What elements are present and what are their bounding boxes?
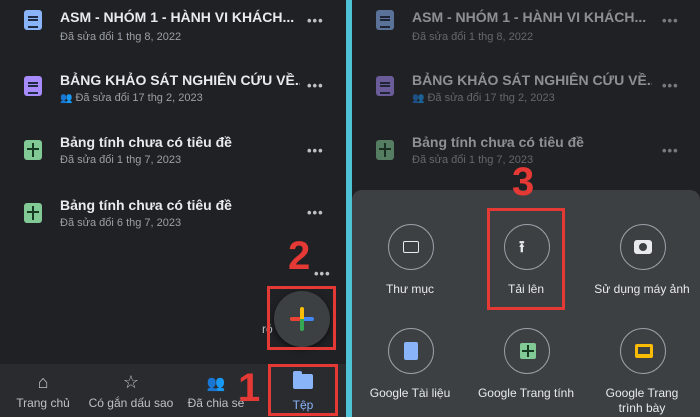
file-modified: Đã sửa đổi 6 thg 7, 2023 <box>60 217 182 229</box>
sheet-icon <box>24 203 42 223</box>
option-folder-circle <box>388 224 434 270</box>
option-docs-label: Google Tài liệu <box>369 386 451 400</box>
more-options-icon[interactable]: ••• <box>307 205 324 220</box>
more-options-icon: ••• <box>662 13 679 28</box>
create-new-sheet-screen: ASM - NHÓM 1 - HÀNH VI KHÁCH... Đã sửa đ… <box>352 0 700 417</box>
camera-icon <box>634 240 652 254</box>
file-title: Bảng tính chưa có tiêu đề <box>412 134 584 150</box>
sheets-icon <box>520 343 536 359</box>
doc-icon <box>24 10 42 30</box>
people-icon: 👥 <box>206 375 226 392</box>
highlight-box-new <box>267 286 336 350</box>
more-options-icon[interactable]: ••• <box>314 266 331 281</box>
docs-icon <box>404 342 418 360</box>
file-modified: 👥 Đã sửa đổi 17 thg 2, 2023 <box>60 92 203 104</box>
more-options-icon[interactable]: ••• <box>307 78 324 93</box>
file-row[interactable]: ASM - NHÓM 1 - HÀNH VI KHÁCH... Đã sửa đ… <box>0 0 346 62</box>
folder-icon <box>403 241 419 253</box>
option-camera-label: Sử dụng máy ảnh <box>594 282 690 296</box>
file-row[interactable]: Bảng tính chưa có tiêu đề Đã sửa đổi 1 t… <box>0 131 346 193</box>
nav-starred-label: Có gắn dấu sao <box>88 396 174 410</box>
step-number-3: 3 <box>512 160 535 204</box>
more-options-icon: ••• <box>662 143 679 158</box>
file-title: BẢNG KHẢO SÁT NGHIÊN CỨU VỀ... <box>412 72 652 88</box>
drive-files-screen: ASM - NHÓM 1 - HÀNH VI KHÁCH... Đã sửa đ… <box>0 0 346 417</box>
file-title: ASM - NHÓM 1 - HÀNH VI KHÁCH... <box>60 9 295 25</box>
option-sheets-label: Google Trang tính <box>477 386 575 400</box>
nav-home[interactable]: ⌂ Trang chủ <box>0 364 86 417</box>
file-modified: Đã sửa đổi 1 thg 7, 2023 <box>60 154 182 166</box>
star-icon: ☆ <box>122 372 140 392</box>
shared-people-icon: 👥 <box>60 93 73 104</box>
file-title: ASM - NHÓM 1 - HÀNH VI KHÁCH... <box>412 9 647 25</box>
step-number-2: 2 <box>288 234 311 278</box>
file-modified: Đã sửa đổi 1 thg 8, 2022 <box>412 31 534 43</box>
option-folder-label: Thư mục <box>385 282 435 296</box>
option-docs-circle <box>388 328 434 374</box>
form-icon <box>24 76 42 96</box>
option-slides-circle <box>620 328 666 374</box>
file-row[interactable]: BẢNG KHẢO SÁT NGHIÊN CỨU VỀ... 👥 Đã sửa đ… <box>0 64 346 126</box>
slides-icon <box>635 344 653 358</box>
doc-icon <box>376 10 394 30</box>
more-options-icon[interactable]: ••• <box>307 13 324 28</box>
file-modified: Đã sửa đổi 1 thg 8, 2022 <box>60 31 182 43</box>
highlight-box-upload <box>487 208 565 310</box>
file-title: Bảng tính chưa có tiêu đề <box>60 197 232 213</box>
option-sheets-circle <box>504 328 550 374</box>
file-modified-text: Đã sửa đổi 17 thg 2, 2023 <box>75 92 203 104</box>
file-modified-text: Đã sửa đổi 17 thg 2, 2023 <box>427 92 555 104</box>
step-number-1: 1 <box>238 366 261 410</box>
sheet-icon <box>24 140 42 160</box>
file-title: BẢNG KHẢO SÁT NGHIÊN CỨU VỀ... <box>60 72 300 88</box>
file-row: ASM - NHÓM 1 - HÀNH VI KHÁCH... Đã sửa đ… <box>352 0 700 62</box>
more-options-icon: ••• <box>662 78 679 93</box>
shared-people-icon: 👥 <box>412 93 425 104</box>
home-icon: ⌂ <box>37 372 49 392</box>
nav-home-label: Trang chủ <box>16 396 70 410</box>
sheet-icon <box>376 140 394 160</box>
file-row: BẢNG KHẢO SÁT NGHIÊN CỨU VỀ... 👥 Đã sửa đ… <box>352 64 700 126</box>
highlight-box-files <box>268 364 338 416</box>
more-options-icon[interactable]: ••• <box>307 143 324 158</box>
file-title: Bảng tính chưa có tiêu đề <box>60 134 232 150</box>
option-slides-label: Google Trang trình bày <box>605 386 679 415</box>
form-icon <box>376 76 394 96</box>
nav-starred[interactable]: ☆ Có gắn dấu sao <box>86 364 176 417</box>
option-camera-circle <box>620 224 666 270</box>
file-modified: 👥 Đã sửa đổi 17 thg 2, 2023 <box>412 92 555 104</box>
